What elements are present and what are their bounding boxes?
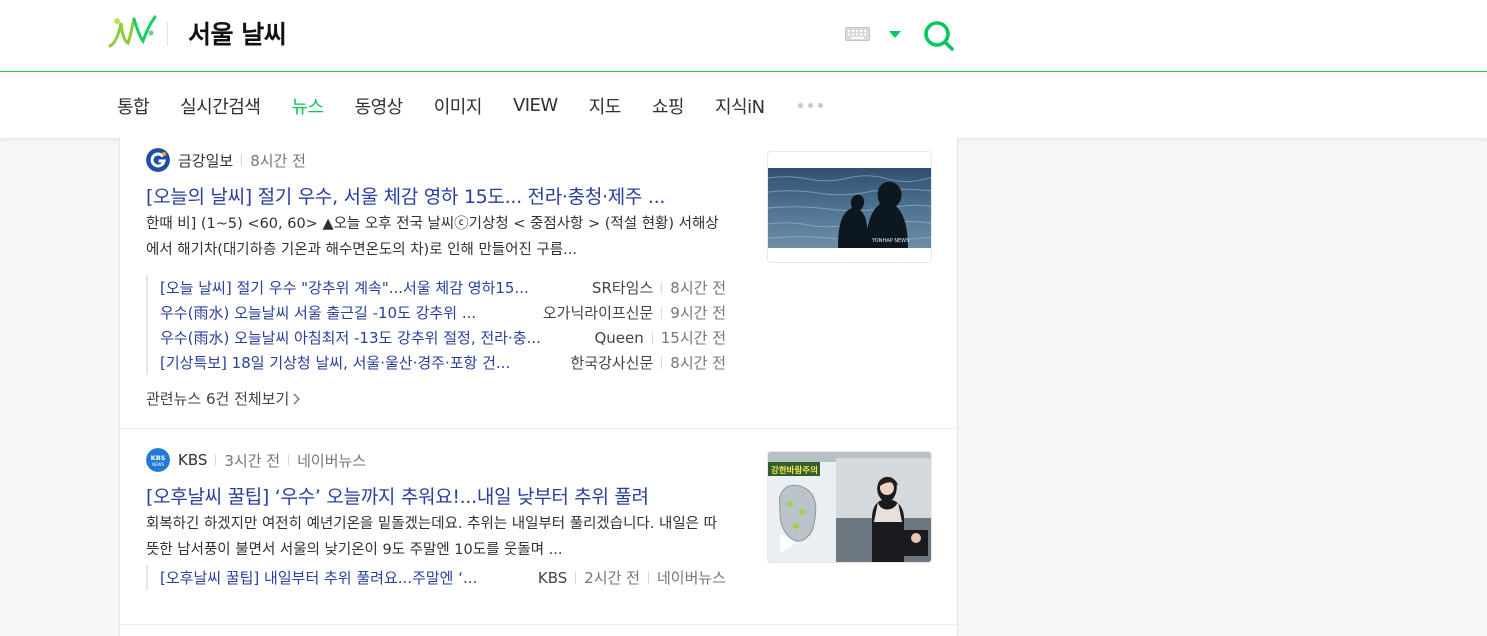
related-news-platform-link[interactable]: 네이버뉴스 <box>657 567 726 588</box>
winter-sea-image: YONHAP NEWS <box>768 152 931 262</box>
news-thumbnail[interactable]: YONHAP NEWS <box>767 151 932 263</box>
tab-1[interactable]: 실시간검색 <box>180 93 261 119</box>
related-news-time: 8시간 전 <box>670 354 726 372</box>
search-icon[interactable] <box>921 17 957 53</box>
meta-divider <box>575 571 577 584</box>
related-news-all-link[interactable]: 관련뉴스 6건 전체보기 <box>146 388 301 409</box>
related-news-title[interactable]: [오후날씨 꿀팁] 내일부터 추위 풀려요...주말엔 ‘... <box>160 567 528 588</box>
press-name[interactable]: 금강일보 <box>178 150 233 171</box>
more-tabs-icon[interactable] <box>797 103 823 108</box>
related-news-press[interactable]: 한국강사신문 <box>570 352 653 373</box>
news-time: 8시간 전 <box>250 151 306 170</box>
news-item: 금강일보 8시간 전 [오늘의 날씨] 절기 우수, 서울 체감 영하 15도.… <box>120 138 957 429</box>
thumb-caption: 강한바람주의 <box>771 465 818 476</box>
tab-4[interactable]: 이미지 <box>434 93 483 119</box>
search-header: 서울 날씨 <box>0 0 1487 72</box>
news-description: 회복하긴 하겠지만 여전히 예년기온을 밑돌겠는데요. 추위는 내일부터 풀리겠… <box>146 516 717 558</box>
meta-divider <box>215 454 217 466</box>
tab-7[interactable]: 쇼핑 <box>652 93 685 119</box>
related-news-time: 15시간 전 <box>660 329 726 347</box>
related-news-time: 2시간 전 <box>584 569 640 587</box>
related-news-press[interactable]: Queen <box>594 329 643 347</box>
tab-list: 통합 실시간검색 뉴스 동영상 이미지 VIEW 지도 쇼핑 지식iN <box>117 73 823 138</box>
news-platform-link[interactable]: 네이버뉴스 <box>297 450 366 471</box>
related-news-item: [기상특보] 18일 기상청 날씨, 서울·울산·경주·포항 건... 한국강사신… <box>160 350 726 375</box>
tab-8[interactable]: 지식iN <box>715 93 765 119</box>
meta-divider <box>241 154 243 166</box>
related-news-time: 8시간 전 <box>670 279 726 297</box>
press-name[interactable]: KBS <box>178 451 207 469</box>
related-news-title[interactable]: [오늘 날씨] 절기 우수 "강추위 계속"...서울 체감 영하15... <box>160 277 582 298</box>
search-query-text[interactable]: 서울 날씨 <box>188 18 287 52</box>
related-news-title[interactable]: 우수(雨水) 오늘날씨 아침최저 -13도 강추위 절정, 전라·충... <box>160 327 584 348</box>
news-panel: 금강일보 8시간 전 [오늘의 날씨] 절기 우수, 서울 체감 영하 15도.… <box>119 138 958 636</box>
related-news-list: [오늘 날씨] 절기 우수 "강추위 계속"...서울 체감 영하15... SR… <box>146 275 726 375</box>
related-news-time: 9시간 전 <box>670 304 726 322</box>
related-news-list: [오후날씨 꿀팁] 내일부터 추위 풀려요...주말엔 ‘... KBS 2시간 전… <box>146 565 726 590</box>
logo-divider <box>167 22 168 46</box>
svg-text:NEWS: NEWS <box>152 462 164 467</box>
news-title[interactable]: [오늘의 날씨] 절기 우수, 서울 체감 영하 15도... 전라·충청·제주… <box>146 182 726 209</box>
related-news-press[interactable]: KBS <box>538 569 567 587</box>
keyboard-icon[interactable] <box>845 27 870 41</box>
news-meta: 금강일보 8시간 전 <box>146 147 306 173</box>
news-title[interactable]: [오후날씨 꿀팁] ‘우수’ 오늘까지 추워요!...내일 낮부터 추위 풀려 <box>146 482 726 509</box>
tab-0[interactable]: 통합 <box>117 93 150 119</box>
press-logo-icon[interactable] <box>146 148 170 172</box>
chevron-right-icon <box>293 392 301 405</box>
meta-divider <box>661 281 663 294</box>
related-news-item: 우수(雨水) 오늘날씨 아침최저 -13도 강추위 절정, 전라·충... Que… <box>160 325 726 350</box>
tab-3[interactable]: 동영상 <box>355 93 404 119</box>
tab-5[interactable]: VIEW <box>513 95 558 116</box>
related-news-title[interactable]: [기상특보] 18일 기상청 날씨, 서울·울산·경주·포항 건... <box>160 352 560 373</box>
meta-divider <box>288 454 290 466</box>
meta-divider <box>647 571 649 584</box>
naver-logo-icon[interactable] <box>107 13 159 51</box>
related-news-all-label: 관련뉴스 6건 전체보기 <box>146 390 290 408</box>
caret-down-icon[interactable] <box>888 29 902 39</box>
news-description: 한때 비] (1~5) <60, 60> ▲오늘 오후 전국 날씨ⓒ기상청 < … <box>146 216 719 258</box>
svg-text:KBS: KBS <box>151 454 166 462</box>
related-news-item: [오후날씨 꿀팁] 내일부터 추위 풀려요...주말엔 ‘... KBS 2시간 전… <box>160 565 726 590</box>
news-meta: KBS NEWS KBS 3시간 전 네이버뉴스 <box>146 447 366 473</box>
tab-6[interactable]: 지도 <box>589 93 622 119</box>
related-news-item: 우수(雨水) 오늘날씨 서울 출근길 -10도 강추위 ... 오가닉라이프신문 9… <box>160 300 726 325</box>
news-item: KBS NEWS KBS 3시간 전 네이버뉴스 [오후날씨 꿀팁] ‘우수’ … <box>120 429 957 625</box>
tab-2[interactable]: 뉴스 <box>291 93 324 119</box>
kbs-logo-icon[interactable]: KBS NEWS <box>146 448 170 472</box>
related-news-press[interactable]: 오가닉라이프신문 <box>543 302 653 323</box>
news-time: 3시간 전 <box>224 451 281 470</box>
related-news-item: [오늘 날씨] 절기 우수 "강추위 계속"...서울 체감 영하15... SR… <box>160 275 726 300</box>
related-news-title[interactable]: 우수(雨水) 오늘날씨 서울 출근길 -10도 강추위 ... <box>160 302 533 323</box>
search-tab-bar: 통합 실시간검색 뉴스 동영상 이미지 VIEW 지도 쇼핑 지식iN <box>0 73 1487 138</box>
weather-broadcast-image: 강한바람주의 <box>768 452 931 562</box>
news-video-thumbnail[interactable]: 강한바람주의 <box>767 451 932 563</box>
meta-divider <box>651 331 653 344</box>
meta-divider <box>661 306 663 319</box>
thumb-watermark: YONHAP NEWS <box>871 238 909 244</box>
meta-divider <box>661 356 663 369</box>
related-news-press[interactable]: SR타임스 <box>592 277 653 298</box>
